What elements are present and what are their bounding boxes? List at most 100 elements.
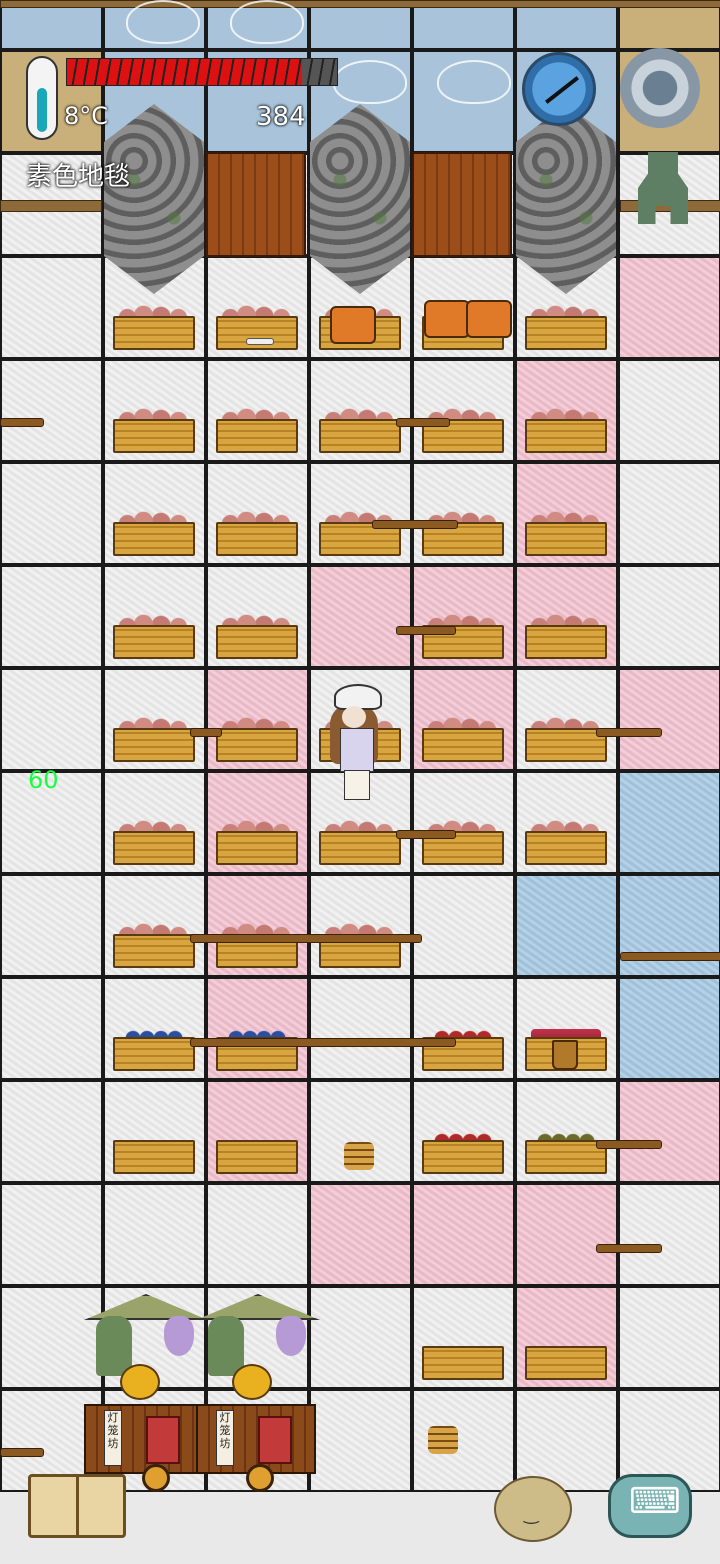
floor-tile[interactable]	[0, 1183, 103, 1286]
crate[interactable]	[422, 405, 504, 453]
floor-tile[interactable]	[309, 977, 412, 1080]
furnace-icon[interactable]	[330, 306, 376, 344]
crate[interactable]	[113, 1126, 195, 1174]
floor-tile[interactable]	[618, 1183, 720, 1286]
crate[interactable]	[422, 1126, 504, 1174]
floor-tile[interactable]	[618, 462, 720, 565]
crate[interactable]	[525, 508, 607, 556]
crate[interactable]	[525, 302, 607, 350]
crate[interactable]	[216, 1126, 298, 1174]
skewer-stick[interactable]	[190, 1038, 456, 1047]
crate[interactable]	[525, 714, 607, 762]
floor-tile[interactable]	[618, 977, 720, 1080]
floor-tile[interactable]	[618, 1080, 720, 1183]
skewer-stick[interactable]	[0, 1448, 44, 1457]
floor-tile[interactable]	[0, 977, 103, 1080]
skewer-stick[interactable]	[596, 1140, 662, 1149]
crate[interactable]	[113, 405, 195, 453]
bone-icon[interactable]	[246, 338, 274, 345]
lantern-stall[interactable]: 灯笼坊	[84, 1294, 208, 1494]
skewer-stick[interactable]	[0, 418, 44, 427]
floor-tile[interactable]	[0, 462, 103, 565]
floor-tile[interactable]	[412, 874, 515, 977]
crate[interactable]	[216, 714, 298, 762]
floor-tile[interactable]	[618, 359, 720, 462]
skewer-stick[interactable]	[372, 520, 458, 529]
furnace-icon[interactable]	[424, 300, 470, 338]
crate[interactable]	[525, 611, 607, 659]
crate[interactable]	[216, 611, 298, 659]
bucket-icon[interactable]	[552, 1040, 578, 1070]
crate[interactable]	[422, 1332, 504, 1380]
gear-icon[interactable]	[620, 48, 700, 128]
floor-tile[interactable]	[309, 1183, 412, 1286]
skewer-stick[interactable]	[596, 728, 662, 737]
floor-tile[interactable]	[0, 256, 103, 359]
plate-stack-icon[interactable]	[428, 1426, 458, 1454]
floor-tile[interactable]	[0, 565, 103, 668]
crate[interactable]	[319, 508, 401, 556]
keyboard-icon[interactable]	[608, 1474, 692, 1538]
crate[interactable]	[525, 1126, 607, 1174]
crate[interactable]	[113, 611, 195, 659]
skewer-stick[interactable]	[596, 1244, 662, 1253]
skewer-stick[interactable]	[620, 952, 720, 961]
compass-icon[interactable]	[522, 52, 596, 126]
wooden-door[interactable]	[412, 152, 512, 257]
crate[interactable]	[319, 817, 401, 865]
skewer-stick[interactable]	[396, 626, 456, 635]
floor-tile[interactable]	[103, 1183, 206, 1286]
crate[interactable]	[216, 817, 298, 865]
book-icon[interactable]	[28, 1474, 126, 1538]
skewer-stick[interactable]	[396, 830, 456, 839]
lantern-stall[interactable]: 灯笼坊	[196, 1294, 320, 1494]
crate[interactable]	[422, 714, 504, 762]
crate[interactable]	[319, 920, 401, 968]
floor-tile[interactable]	[309, 565, 412, 668]
crate[interactable]	[113, 714, 195, 762]
crate[interactable]	[319, 405, 401, 453]
floor-tile[interactable]	[206, 1183, 309, 1286]
floor-tile[interactable]	[618, 1286, 720, 1389]
crate[interactable]	[422, 817, 504, 865]
crate[interactable]	[216, 1023, 298, 1071]
furnace-icon[interactable]	[466, 300, 512, 338]
crate[interactable]	[216, 508, 298, 556]
crate[interactable]	[422, 611, 504, 659]
crate[interactable]	[216, 920, 298, 968]
floor-tile[interactable]	[0, 1080, 103, 1183]
floor-tile[interactable]	[0, 668, 103, 771]
skewer-stick[interactable]	[396, 418, 450, 427]
crate[interactable]	[113, 817, 195, 865]
floor-tile[interactable]	[515, 1183, 618, 1286]
floor-tile[interactable]	[309, 1389, 412, 1492]
floor-tile[interactable]	[412, 1183, 515, 1286]
skewer-stick[interactable]	[190, 728, 222, 737]
floor-tile[interactable]	[309, 1286, 412, 1389]
crate[interactable]	[422, 1023, 504, 1071]
crate[interactable]	[113, 302, 195, 350]
wooden-door[interactable]	[206, 152, 306, 257]
crate[interactable]	[422, 508, 504, 556]
crate[interactable]	[525, 405, 607, 453]
crate-box	[113, 522, 195, 556]
floor-tile[interactable]	[0, 874, 103, 977]
floor-tile[interactable]	[618, 256, 720, 359]
crate[interactable]	[113, 508, 195, 556]
floor-tile[interactable]	[0, 359, 103, 462]
floor-tile[interactable]	[618, 565, 720, 668]
crate[interactable]	[216, 405, 298, 453]
floor-tile[interactable]	[618, 668, 720, 771]
floor-tile[interactable]	[618, 874, 720, 977]
crate[interactable]	[525, 817, 607, 865]
crate-box	[319, 419, 401, 453]
player-character[interactable]	[320, 684, 390, 804]
plate-stack-icon[interactable]	[344, 1142, 374, 1170]
skewer-stick[interactable]	[190, 934, 422, 943]
crate[interactable]	[113, 920, 195, 968]
potato-icon[interactable]	[494, 1476, 572, 1542]
floor-tile[interactable]	[515, 874, 618, 977]
crate[interactable]	[113, 1023, 195, 1071]
crate[interactable]	[525, 1332, 607, 1380]
floor-tile[interactable]	[618, 771, 720, 874]
